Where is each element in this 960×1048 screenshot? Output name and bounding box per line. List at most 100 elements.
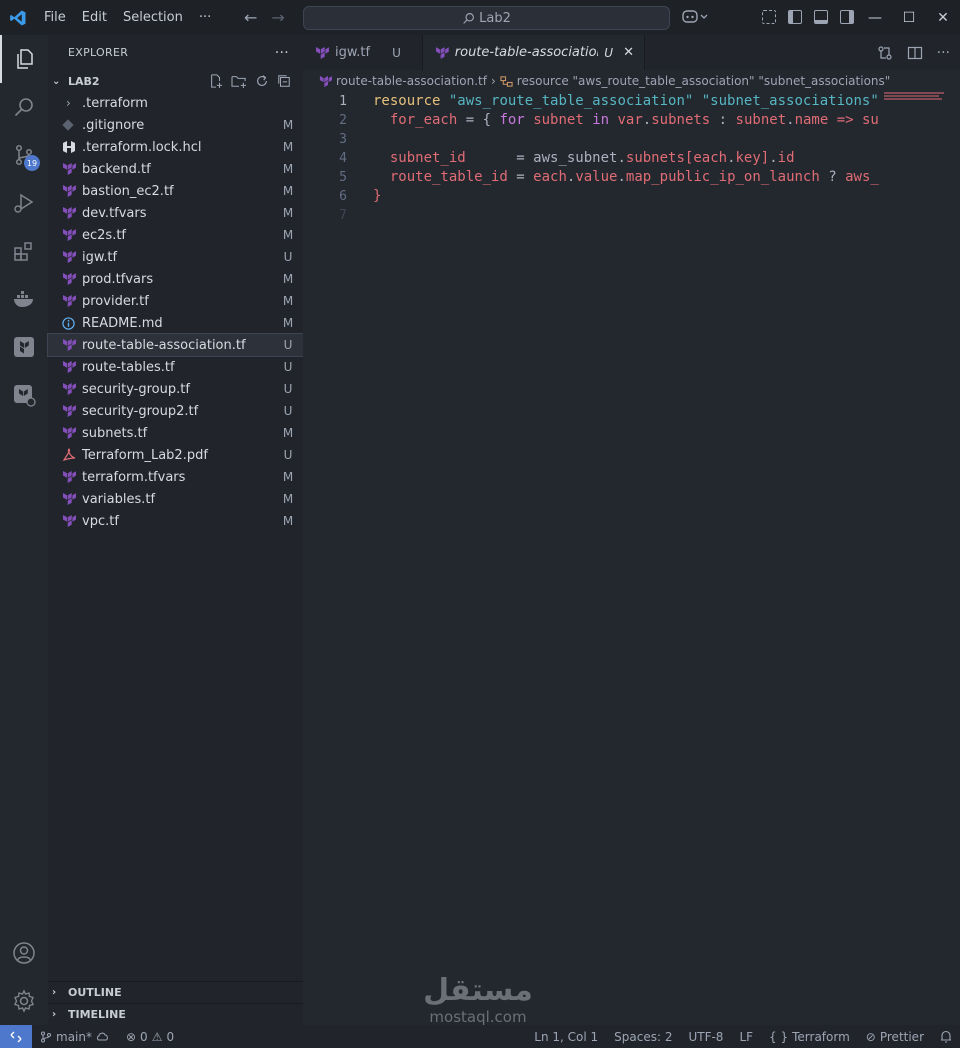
explorer-icon[interactable] [0,35,48,83]
prettier-status[interactable]: ⊘ Prettier [858,1030,932,1044]
branch-indicator[interactable]: main* [32,1030,118,1044]
search-label: Lab2 [479,10,511,26]
minimize-button[interactable]: — [858,0,892,35]
file-row-lock-hcl[interactable]: .terraform.lock.hcl M [48,136,303,158]
accounts-icon[interactable] [0,929,48,977]
file-row-readme[interactable]: README.md M [48,312,303,334]
code-editor[interactable]: 1 resource "aws_route_table_association"… [303,92,960,1025]
file-row-gitignore[interactable]: .gitignore M [48,114,303,136]
file-name: ec2s.tf [82,227,126,243]
terraform-cloud-icon[interactable] [0,371,48,419]
outline-section[interactable]: › OUTLINE [48,981,303,1003]
explorer-more-button[interactable]: ··· [275,45,289,61]
timeline-section[interactable]: › TIMELINE [48,1003,303,1025]
new-folder-icon[interactable] [231,74,247,88]
back-arrow-icon[interactable]: ← [244,0,257,35]
file-row-variables-tf[interactable]: variables.tf M [48,488,303,510]
file-row-terraform-lab2-pdf[interactable]: Terraform_Lab2.pdf U [48,444,303,466]
file-row-igw-tf[interactable]: igw.tf U [48,246,303,268]
file-row-bastion-ec2-tf[interactable]: bastion_ec2.tf M [48,180,303,202]
file-row-backend-tf[interactable]: backend.tf M [48,158,303,180]
end-of-line[interactable]: LF [731,1030,761,1044]
file-status: M [282,140,294,154]
terraform-icon [62,183,82,199]
indentation[interactable]: Spaces: 2 [606,1030,680,1044]
forward-arrow-icon[interactable]: → [271,0,284,35]
sync-icon[interactable] [96,1031,110,1043]
explorer-sidebar: EXPLORER ··· ⌄ LAB2 › .terraform .gitign… [47,35,304,1025]
language-mode[interactable]: { } Terraform [761,1030,858,1044]
vscode-logo-icon [0,0,36,35]
file-name: security-group2.tf [82,403,199,419]
file-status: M [282,492,294,506]
code-line-2: 2 for_each = { for subnet in var.subnets… [303,111,960,130]
menu-file[interactable]: File [36,0,74,35]
menu-selection[interactable]: Selection [115,0,191,35]
error-count: 0 [140,1029,148,1044]
more-actions-icon[interactable]: ··· [937,45,950,61]
extensions-icon[interactable] [0,227,48,275]
watermark-latin: mostaql.com [429,1008,527,1026]
encoding[interactable]: UTF-8 [680,1030,731,1044]
compare-changes-icon[interactable] [877,45,893,61]
remote-indicator-icon[interactable] [0,1025,32,1048]
settings-gear-icon[interactable] [0,977,48,1025]
command-center-search[interactable]: Lab2 [303,6,670,30]
layout-controls [762,10,854,24]
search-view-icon[interactable] [0,83,48,131]
chevron-right-icon: › [66,96,71,110]
file-status: U [283,404,293,418]
breadcrumb: route-table-association.tf › resource "a… [303,70,960,92]
watermark-arabic: مستقل [423,973,533,1008]
new-file-icon[interactable] [209,74,223,88]
menu-edit[interactable]: Edit [74,0,115,35]
file-row-dev-tfvars[interactable]: dev.tfvars M [48,202,303,224]
tab-route-table-association-tf[interactable]: route-table-association.tf U ✕ [423,35,645,70]
file-status: U [283,338,293,352]
cursor-position[interactable]: Ln 1, Col 1 [526,1030,606,1044]
file-row-vpc-tf[interactable]: vpc.tf M [48,510,303,532]
file-row-terraform-folder[interactable]: › .terraform [48,92,303,114]
split-editor-icon[interactable] [907,45,923,61]
status-bar: main* ⊗ 0 ⚠ 0 Ln 1, Col 1 Spaces: 2 UTF-… [0,1025,960,1048]
file-name: Terraform_Lab2.pdf [82,447,208,463]
file-row-route-tables-tf[interactable]: route-tables.tf U [48,356,303,378]
file-row-prod-tfvars[interactable]: prod.tfvars M [48,268,303,290]
collapse-all-icon[interactable] [277,74,291,88]
toggle-primary-sidebar-icon[interactable] [788,10,802,24]
file-row-security-group2-tf[interactable]: security-group2.tf U [48,400,303,422]
source-control-icon[interactable]: 19 [0,131,48,179]
refresh-icon[interactable] [255,74,269,88]
file-row-route-table-association-tf[interactable]: route-table-association.tf U [47,333,304,357]
close-window-button[interactable]: ✕ [926,0,960,35]
menu-more[interactable]: ··· [191,0,219,35]
run-debug-icon[interactable] [0,179,48,227]
terraform-icon [62,227,82,243]
breadcrumb-file[interactable]: route-table-association.tf [336,74,487,88]
tab-igw-tf[interactable]: igw.tf U [303,35,423,70]
file-row-terraform-tfvars[interactable]: terraform.tfvars M [48,466,303,488]
file-row-subnets-tf[interactable]: subnets.tf M [48,422,303,444]
file-row-ec2s-tf[interactable]: ec2s.tf M [48,224,303,246]
line-number: 2 [339,113,347,128]
file-row-provider-tf[interactable]: provider.tf M [48,290,303,312]
terraform-icon [319,75,332,87]
file-row-security-group-tf[interactable]: security-group.tf U [48,378,303,400]
breadcrumb-symbol[interactable]: resource "aws_route_table_association" "… [517,74,891,88]
file-status: M [282,316,294,330]
file-name: dev.tfvars [82,205,147,221]
copilot-icon[interactable] [682,9,708,29]
file-status: U [283,382,293,396]
maximize-button[interactable]: ☐ [892,0,926,35]
notifications-bell-icon[interactable] [932,1030,960,1044]
customize-layout-icon[interactable] [762,10,776,24]
toggle-secondary-sidebar-icon[interactable] [840,10,854,24]
docker-icon[interactable] [0,275,48,323]
minimap[interactable] [884,92,946,104]
terraform-view-icon[interactable] [0,323,48,371]
close-tab-icon[interactable]: ✕ [623,45,634,60]
problems-indicator[interactable]: ⊗ 0 ⚠ 0 [118,1030,182,1044]
tab-status: U [604,45,614,60]
workspace-root[interactable]: ⌄ LAB2 [48,70,303,92]
toggle-panel-icon[interactable] [814,10,828,24]
